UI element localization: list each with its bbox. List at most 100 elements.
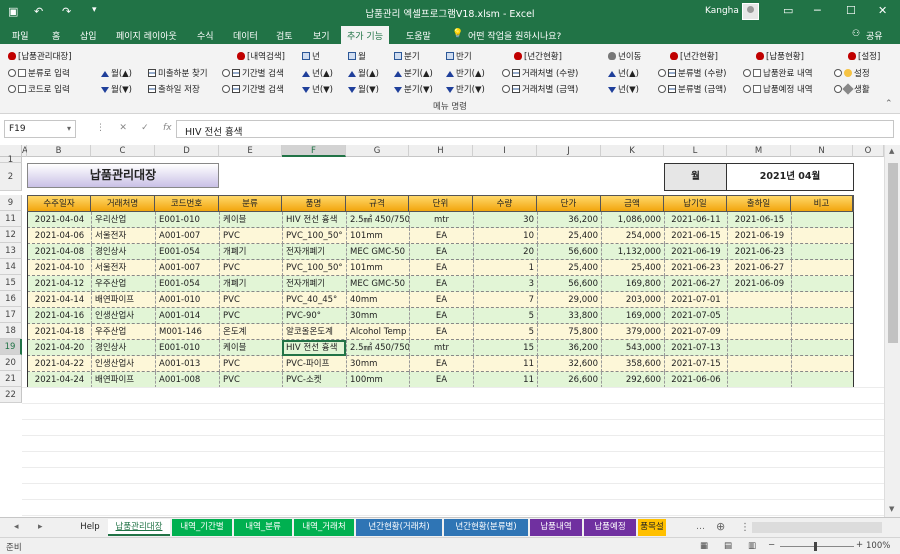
by-category-amount-button[interactable]: 분류별 (금액): [658, 83, 726, 95]
save-ship-date-button[interactable]: 출하일 저장: [148, 83, 200, 95]
row-header-15[interactable]: 15: [0, 275, 22, 291]
column-header-m[interactable]: M: [727, 145, 791, 157]
table-cell[interactable]: mtr: [409, 340, 473, 356]
ribbon-display-icon[interactable]: ▭: [783, 4, 793, 17]
table-cell[interactable]: [791, 372, 853, 388]
table-cell[interactable]: 56,600: [537, 276, 601, 292]
zoom-slider[interactable]: [780, 546, 854, 547]
table-cell[interactable]: 30mm: [346, 308, 409, 324]
table-cell[interactable]: 2021-04-24: [27, 372, 91, 388]
column-header-h[interactable]: H: [409, 145, 473, 157]
search-month-up-button[interactable]: 월(▲): [348, 67, 379, 79]
table-cell[interactable]: PVC-90°: [282, 308, 346, 324]
table-cell[interactable]: 2021-06-15: [664, 228, 727, 244]
table-cell[interactable]: [791, 228, 853, 244]
formula-input[interactable]: HIV 전선 흉색: [176, 120, 894, 138]
insert-function-icon[interactable]: fx: [163, 123, 172, 133]
table-cell[interactable]: 전자개폐기: [282, 276, 346, 292]
table-cell[interactable]: 우주산업: [91, 276, 155, 292]
tell-me-input[interactable]: 어떤 작업을 원하시나요?: [468, 29, 561, 42]
column-header-c[interactable]: C: [91, 145, 155, 157]
year-down-button[interactable]: 년(▼): [302, 83, 333, 95]
scroll-down-icon[interactable]: ▼: [889, 505, 894, 513]
user-name[interactable]: Kangha: [705, 6, 739, 16]
table-cell[interactable]: [727, 356, 791, 372]
table-cell[interactable]: 배연파이프: [91, 292, 155, 308]
table-cell[interactable]: E001-054: [155, 276, 219, 292]
table-cell[interactable]: MEC GMC-50: [346, 276, 409, 292]
table-cell[interactable]: 배연파이프: [91, 372, 155, 388]
table-cell[interactable]: PVC_100_50°: [282, 260, 346, 276]
sheet-tab[interactable]: 년간현황(거래처): [356, 519, 442, 536]
table-cell[interactable]: [791, 324, 853, 340]
table-cell[interactable]: 5: [473, 308, 537, 324]
tell-me-icon[interactable]: 💡: [452, 29, 463, 39]
column-header-f[interactable]: F: [282, 145, 346, 157]
table-cell[interactable]: 인생산업사: [91, 308, 155, 324]
zoom-slider-thumb[interactable]: [814, 542, 817, 551]
table-cell[interactable]: PVC-소켓: [282, 372, 346, 388]
table-cell[interactable]: 2021-06-19: [727, 228, 791, 244]
table-cell[interactable]: M001-146: [155, 324, 219, 340]
tab-help[interactable]: 도움말: [406, 29, 431, 42]
table-cell[interactable]: [727, 308, 791, 324]
table-cell[interactable]: A001-008: [155, 372, 219, 388]
annual-year-down-button[interactable]: 년(▼): [608, 83, 639, 95]
table-cell[interactable]: 전자개폐기: [282, 244, 346, 260]
table-cell[interactable]: 32,600: [537, 356, 601, 372]
scroll-up-icon[interactable]: ▲: [889, 147, 894, 155]
table-cell[interactable]: 온도계: [219, 324, 282, 340]
row-header-21[interactable]: 21: [0, 371, 22, 387]
table-cell[interactable]: 2021-06-09: [727, 276, 791, 292]
sheet-tab[interactable]: 내역_기간별: [172, 519, 232, 536]
zoom-out-icon[interactable]: −: [768, 540, 775, 550]
row-header-20[interactable]: 20: [0, 355, 22, 371]
more-sheets-icon[interactable]: …: [696, 522, 705, 532]
table-cell[interactable]: 2021-07-05: [664, 308, 727, 324]
table-cell[interactable]: 2021-04-18: [27, 324, 91, 340]
table-cell[interactable]: PVC-파이프: [282, 356, 346, 372]
table-cell[interactable]: 292,600: [601, 372, 664, 388]
table-cell[interactable]: 25,400: [537, 260, 601, 276]
table-cell[interactable]: mtr: [409, 212, 473, 228]
period-search-button-1[interactable]: 기간별 검색: [222, 67, 284, 79]
table-cell[interactable]: 2021-04-10: [27, 260, 91, 276]
table-cell[interactable]: 29,000: [537, 292, 601, 308]
month-down-button[interactable]: 월(▼): [101, 83, 132, 95]
vertical-scrollbar[interactable]: ▲ ▼: [884, 145, 900, 517]
row-header-11[interactable]: 11: [0, 211, 22, 227]
by-client-amount-button[interactable]: 거래처별 (금액): [502, 83, 578, 95]
table-cell[interactable]: PVC: [219, 372, 282, 388]
enter-by-category-button[interactable]: 분류로 입력: [8, 67, 70, 79]
by-client-qty-button[interactable]: 거래처별 (수량): [502, 67, 578, 79]
table-cell[interactable]: 379,000: [601, 324, 664, 340]
table-cell[interactable]: EA: [409, 372, 473, 388]
sheet-tab[interactable]: 내역_거래처: [294, 519, 354, 536]
zoom-level[interactable]: 100%: [866, 541, 890, 551]
table-cell[interactable]: 1,086,000: [601, 212, 664, 228]
find-unshipped-button[interactable]: 미출하분 찾기: [148, 67, 208, 79]
table-cell[interactable]: 서울전자: [91, 260, 155, 276]
table-cell[interactable]: EA: [409, 260, 473, 276]
table-cell[interactable]: 1,132,000: [601, 244, 664, 260]
quarter-up-button[interactable]: 분기(▲): [394, 67, 433, 79]
row-header-12[interactable]: 12: [0, 227, 22, 243]
chevron-down-icon[interactable]: ▾: [67, 124, 71, 133]
year-button[interactable]: 년: [302, 50, 320, 62]
quarter-button[interactable]: 분기: [394, 50, 420, 62]
year-up-button[interactable]: 년(▲): [302, 67, 333, 79]
zoom-in-icon[interactable]: +: [856, 540, 863, 550]
table-cell[interactable]: EA: [409, 356, 473, 372]
table-cell[interactable]: 25,400: [537, 228, 601, 244]
row-header-19[interactable]: 19: [0, 339, 22, 355]
table-cell[interactable]: 2021-04-08: [27, 244, 91, 260]
table-cell[interactable]: HIV 전선 흉색: [282, 340, 346, 356]
row-header-14[interactable]: 14: [0, 259, 22, 275]
table-cell[interactable]: 2021-04-12: [27, 276, 91, 292]
table-cell[interactable]: 2021-07-15: [664, 356, 727, 372]
table-cell[interactable]: 개폐기: [219, 244, 282, 260]
table-cell[interactable]: 101mm: [346, 260, 409, 276]
table-cell[interactable]: 2021-07-09: [664, 324, 727, 340]
table-cell[interactable]: 5: [473, 324, 537, 340]
table-cell[interactable]: 인생산업사: [91, 356, 155, 372]
